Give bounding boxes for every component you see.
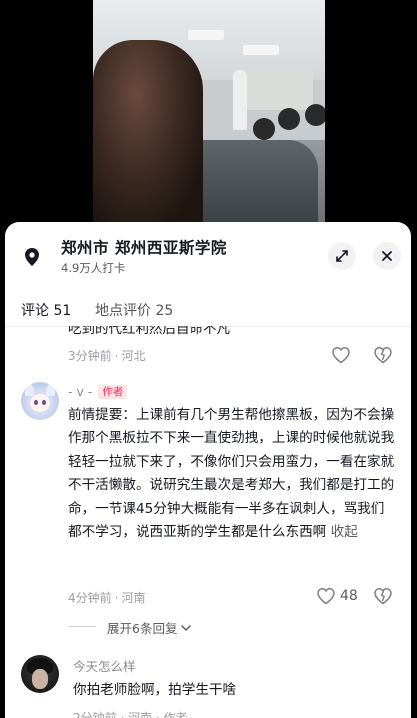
- dislike-button[interactable]: [373, 346, 393, 364]
- avatar-face: [30, 394, 50, 412]
- expand-replies-label: 展开6条回复: [107, 621, 178, 636]
- comment-meta: 4分钟前 · 河南: [68, 591, 146, 605]
- like-count: 48: [340, 588, 358, 604]
- heart-icon: [317, 588, 335, 605]
- expand-icon: [336, 250, 348, 262]
- video-scene-board: [243, 70, 313, 110]
- expand-sheet-button[interactable]: [328, 242, 356, 270]
- tab-comments[interactable]: 评论 51: [21, 300, 71, 320]
- video-scene-student: [305, 104, 325, 126]
- comment-meta: 3分钟前 · 河北: [68, 349, 146, 363]
- broken-heart-icon: [374, 347, 392, 364]
- broken-heart-icon: [374, 588, 392, 605]
- like-button[interactable]: [331, 346, 351, 364]
- avatar-eye: [34, 400, 38, 405]
- close-button[interactable]: [373, 242, 401, 270]
- video-scene-person-hair: [93, 40, 203, 222]
- location-pin-icon: [21, 246, 43, 268]
- avatar-face: [32, 669, 48, 689]
- avatar-ear: [25, 384, 34, 396]
- video-scene-student: [278, 108, 300, 130]
- comment-region: 河北: [121, 349, 146, 363]
- location-checkins: 4.9万人打卡: [61, 261, 126, 275]
- avatar[interactable]: [21, 655, 59, 693]
- avatar-ear: [46, 384, 55, 396]
- dislike-button[interactable]: [373, 587, 393, 605]
- comment-text: 吃到的代红利然后自命不凡: [68, 326, 230, 336]
- comment-meta: 2分钟前 · 河南 · 作者: [73, 711, 188, 718]
- tab-location-reviews[interactable]: 地点评价 25: [95, 300, 173, 320]
- author-badge: 作者: [98, 384, 128, 399]
- comment-username[interactable]: - v - 作者: [68, 384, 128, 399]
- comment-time: 3分钟前: [68, 349, 112, 363]
- heart-icon: [332, 347, 350, 364]
- chevron-down-icon: [181, 624, 192, 631]
- video-scene-lamp: [188, 30, 224, 40]
- comment-username[interactable]: 今天怎么样: [73, 656, 136, 675]
- close-icon: [382, 251, 392, 261]
- video-player[interactable]: [93, 0, 325, 222]
- location-title[interactable]: 郑州市 郑州西亚斯学院: [61, 236, 227, 258]
- expand-divider: [68, 626, 96, 627]
- avatar-eye: [42, 400, 46, 405]
- avatar[interactable]: [21, 382, 59, 420]
- video-scene-lamp: [243, 45, 279, 55]
- expand-replies-button[interactable]: 展开6条回复: [107, 618, 192, 637]
- comment-text: 你拍老师脸啊，拍学生干啥: [73, 682, 237, 698]
- location-header: 郑州市 郑州西亚斯学院 4.9万人打卡: [5, 236, 411, 286]
- comment-text-content: 前情提要：上课前有几个男生帮他擦黑板，因为不会操作那个黑板拉不下来一直使劲拽，上…: [68, 407, 395, 541]
- comment-tabs: 评论 51 地点评价 25: [5, 288, 411, 324]
- collapse-link[interactable]: 收起: [331, 524, 358, 540]
- video-scene-student: [253, 118, 275, 140]
- location-comment-sheet: 郑州市 郑州西亚斯学院 4.9万人打卡 评论 51 地点评价 25 吃到的代红利…: [5, 222, 411, 718]
- comment-time: 4分钟前: [68, 591, 112, 605]
- like-button[interactable]: 48: [316, 587, 358, 605]
- video-scene-teacher: [233, 70, 247, 130]
- username-text: - v -: [68, 384, 93, 399]
- comment-region: 河南: [121, 591, 146, 605]
- comment-text: 前情提要：上课前有几个男生帮他擦黑板，因为不会操作那个黑板拉不下来一直使劲拽，上…: [68, 404, 396, 544]
